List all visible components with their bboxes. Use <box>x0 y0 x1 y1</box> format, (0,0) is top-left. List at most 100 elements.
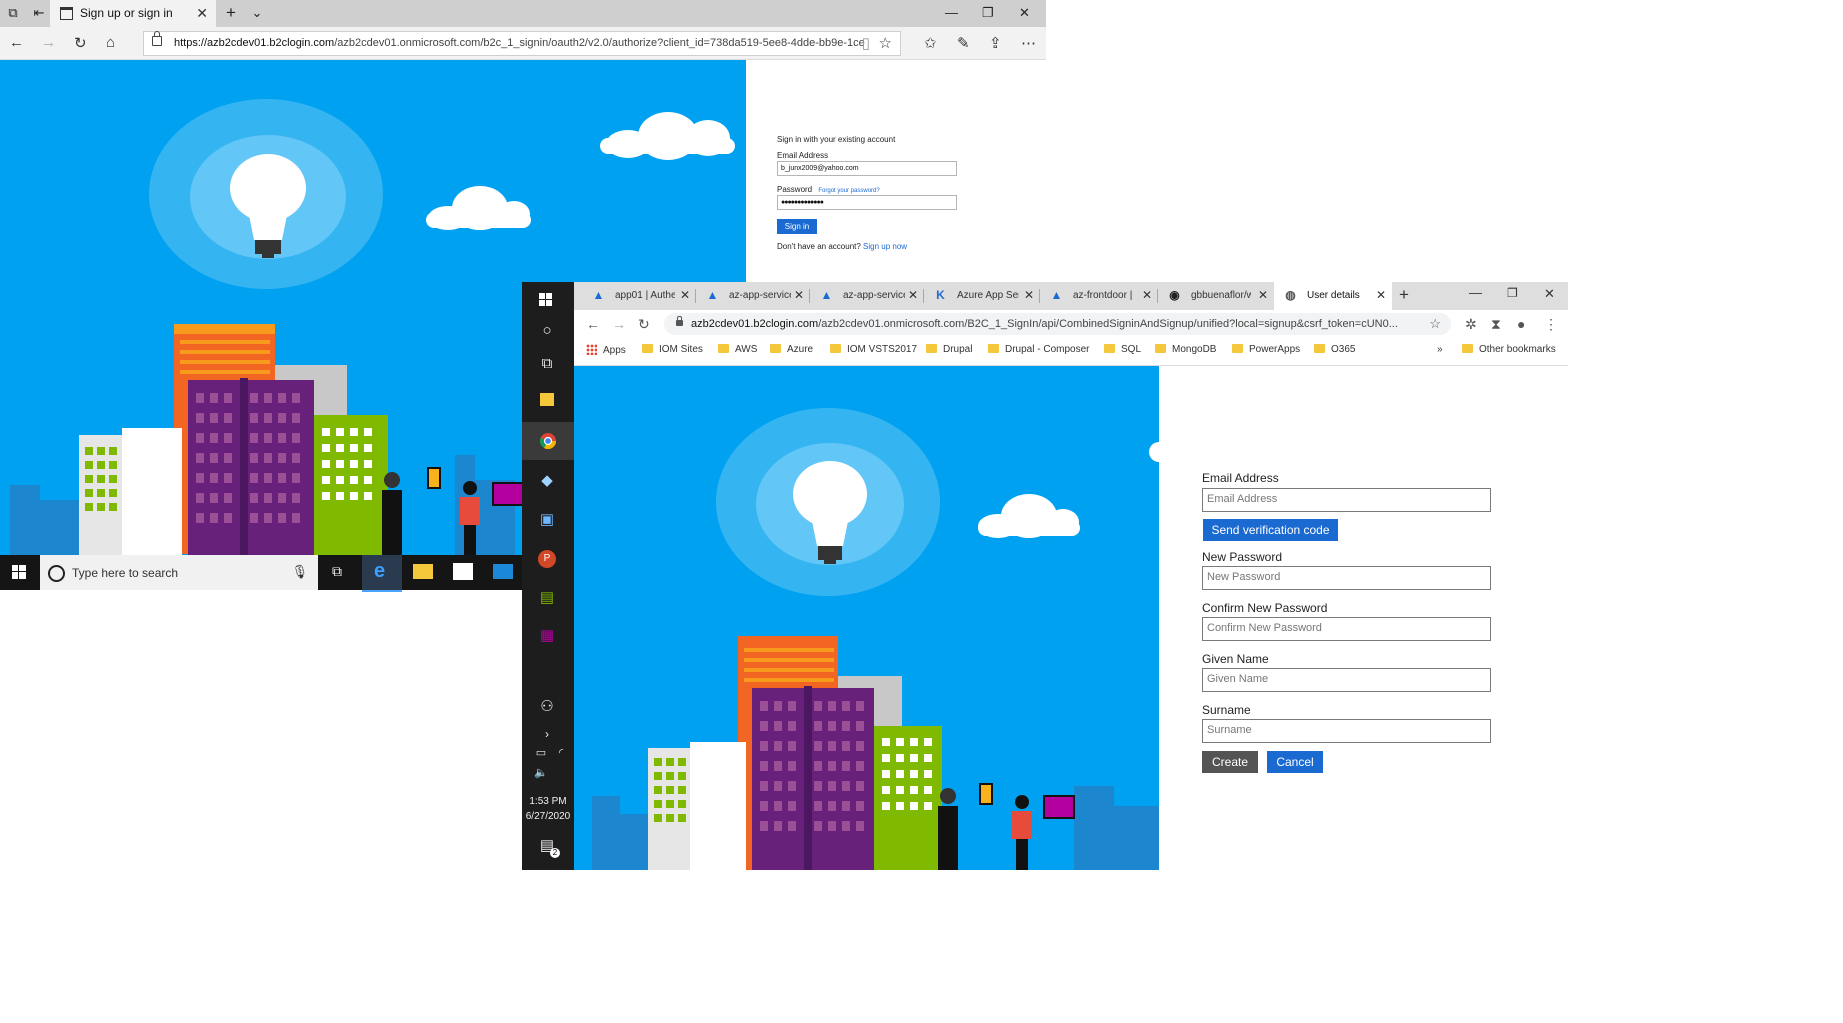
back-icon[interactable]: ← <box>586 316 600 332</box>
close-window-icon[interactable]: ✕ <box>1544 286 1555 302</box>
create-button[interactable]: Create <box>1202 751 1258 773</box>
close-tab-icon[interactable]: ✕ <box>196 5 208 22</box>
chrome-menu-icon[interactable]: ⋮ <box>1544 316 1558 333</box>
bookmark-iom-sites[interactable]: IOM Sites <box>642 344 703 355</box>
close-tab-icon[interactable]: ✕ <box>1376 288 1386 302</box>
windows-start-icon[interactable] <box>538 292 556 310</box>
close-tab-icon[interactable]: ✕ <box>1142 288 1152 302</box>
cancel-button[interactable]: Cancel <box>1267 751 1323 773</box>
bookmark-drupal-composer[interactable]: Drupal - Composer <box>988 344 1089 355</box>
reading-view-icon[interactable]: ▯ <box>862 34 870 52</box>
email-field[interactable]: b_junx2009@yahoo.com <box>777 161 957 176</box>
bookmarks-overflow[interactable]: » <box>1437 344 1443 355</box>
more-icon[interactable]: ⋯ <box>1021 34 1036 52</box>
tab-az-frontdoor[interactable]: ▲ az-frontdoor | ✕ <box>1040 282 1158 310</box>
store-icon[interactable] <box>453 563 473 580</box>
tab-az-app-service-2[interactable]: ▲ az-app-service ✕ <box>810 282 924 310</box>
extension-icon[interactable]: ✲ <box>1465 316 1477 333</box>
set-aside-tabs-icon[interactable]: ⇤ <box>32 6 46 20</box>
bookmark-aws[interactable]: AWS <box>718 344 757 355</box>
share-icon[interactable]: ⇪ <box>989 34 1002 52</box>
tab-user-details[interactable]: ◍ User details ✕ <box>1274 282 1392 310</box>
app-icon-2[interactable]: ▦ <box>538 627 556 645</box>
chrome-icon <box>539 433 557 450</box>
bookmark-azure[interactable]: Azure <box>770 344 813 355</box>
bookmark-apps[interactable]: Apps <box>586 344 626 356</box>
bookmark-iom-vsts2017[interactable]: IOM VSTS2017 <box>830 344 917 355</box>
home-icon[interactable]: ⌂ <box>106 34 115 51</box>
profile-avatar-icon[interactable]: ● <box>1517 316 1525 332</box>
confirm-password-field[interactable]: Confirm New Password <box>1202 617 1491 641</box>
signup-link[interactable]: Sign up now <box>863 242 907 251</box>
windows-start-icon[interactable] <box>12 565 26 579</box>
edge-taskbar-app[interactable]: e <box>362 555 402 592</box>
forgot-password-link[interactable]: Forgot your password? <box>818 188 879 194</box>
chrome-taskbar-app[interactable] <box>522 422 574 460</box>
surname-field[interactable]: Surname <box>1202 719 1491 743</box>
favorite-star-icon[interactable]: ☆ <box>879 34 892 52</box>
close-window-icon[interactable]: ✕ <box>1019 5 1030 21</box>
minimize-icon[interactable]: — <box>1469 285 1482 300</box>
project-icon[interactable]: ▤ <box>538 589 556 607</box>
tab-az-app-service-1[interactable]: ▲ az-app-service ✕ <box>696 282 810 310</box>
powerpoint-icon[interactable]: P <box>538 550 556 568</box>
given-name-field[interactable]: Given Name <box>1202 668 1491 692</box>
close-tab-icon[interactable]: ✕ <box>1024 288 1034 302</box>
tab-sign-up-or-sign-in[interactable]: Sign up or sign in ✕ <box>50 0 216 27</box>
task-view-icon[interactable]: ⧉ <box>332 563 352 583</box>
new-tab-icon[interactable]: + <box>1399 285 1409 305</box>
taskbar-search-box[interactable]: Type here to search 🎙 <box>40 555 318 590</box>
tab-github[interactable]: ◉ gbbuenaflor/w ✕ <box>1158 282 1274 310</box>
password-field[interactable]: ●●●●●●●●●●●●● <box>777 195 957 210</box>
email-field[interactable]: Email Address <box>1202 488 1491 512</box>
minimize-icon[interactable]: — <box>945 5 958 20</box>
favorites-list-icon[interactable]: ✩ <box>924 34 937 52</box>
file-explorer-icon[interactable] <box>413 564 433 579</box>
forward-icon[interactable]: → <box>41 34 56 51</box>
bookmark-drupal[interactable]: Drupal <box>926 344 972 355</box>
task-view-icon[interactable]: ⧉ <box>538 355 556 373</box>
people-icon[interactable]: ⚇ <box>538 698 556 716</box>
address-bar[interactable]: azb2cdev01.b2clogin.com/azb2cdev01.onmic… <box>664 313 1451 335</box>
mail-icon[interactable] <box>493 564 513 579</box>
wifi-icon[interactable]: ◜ <box>552 744 570 762</box>
send-verification-code-button[interactable]: Send verification code <box>1203 519 1338 541</box>
bookmark-sql[interactable]: SQL <box>1104 344 1141 355</box>
bookmark-other[interactable]: Other bookmarks <box>1462 344 1556 355</box>
bookmark-mongodb[interactable]: MongoDB <box>1155 344 1216 355</box>
bookmark-o365[interactable]: O365 <box>1314 344 1355 355</box>
file-explorer-icon[interactable] <box>540 393 554 406</box>
close-tab-icon[interactable]: ✕ <box>908 288 918 302</box>
new-tab-icon[interactable]: + <box>224 4 238 21</box>
signin-button[interactable]: Sign in <box>777 219 817 234</box>
back-icon[interactable]: ← <box>9 34 24 51</box>
new-password-field[interactable]: New Password <box>1202 566 1491 590</box>
bookmark-star-icon[interactable]: ☆ <box>1429 316 1441 332</box>
address-bar[interactable]: https://azb2cdev01.b2clogin.com/azb2cdev… <box>143 31 901 56</box>
close-tab-icon[interactable]: ✕ <box>794 288 804 302</box>
clock-date: 6/27/2020 <box>525 811 571 822</box>
cortana-icon[interactable]: ○ <box>538 322 556 340</box>
remote-desktop-icon[interactable]: ▣ <box>538 511 556 529</box>
bookmark-powerapps[interactable]: PowerApps <box>1232 344 1300 355</box>
tab-azure-app-service[interactable]: K Azure App Ser ✕ <box>924 282 1040 310</box>
microphone-icon[interactable]: 🎙 <box>291 564 308 580</box>
tab-app01[interactable]: ▲ app01 | Authe ✕ <box>582 282 696 310</box>
restore-icon[interactable]: ❐ <box>982 5 994 21</box>
app-icon[interactable]: ◆ <box>538 472 556 490</box>
forward-icon[interactable]: → <box>612 316 626 332</box>
chrome-page: Email Address Email Address Send verific… <box>574 366 1568 870</box>
restore-icon[interactable]: ❐ <box>1507 286 1518 300</box>
extensions-puzzle-icon[interactable]: ⧗ <box>1491 316 1501 333</box>
reload-icon[interactable]: ↻ <box>638 316 650 333</box>
close-tab-icon[interactable]: ✕ <box>1258 288 1268 302</box>
refresh-icon[interactable]: ↻ <box>74 34 87 52</box>
chevron-right-icon[interactable]: › <box>538 725 556 743</box>
notes-pen-icon[interactable]: ✎ <box>957 34 970 52</box>
close-tab-icon[interactable]: ✕ <box>680 288 690 302</box>
taskbar-clock[interactable]: 1:53 PM 6/27/2020 <box>522 794 574 824</box>
chevron-down-icon[interactable]: ⌄ <box>250 6 264 20</box>
battery-icon[interactable]: ▭ <box>532 744 550 762</box>
tab-actions-icon[interactable]: ⧉ <box>6 6 20 20</box>
volume-icon[interactable]: 🔈 <box>532 764 550 782</box>
